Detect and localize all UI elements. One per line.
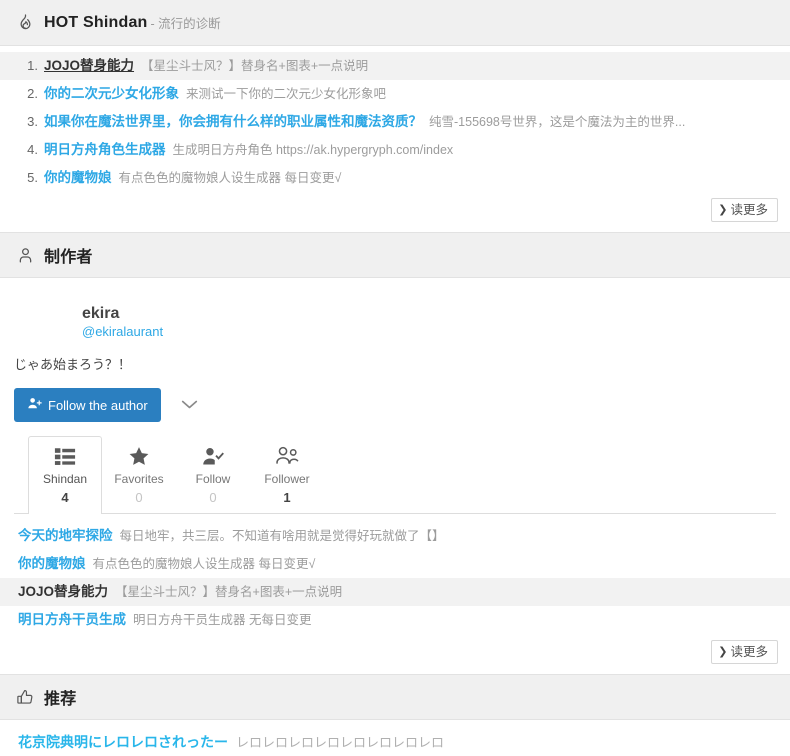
author-shindan-desc: 有点色色的魔物娘人设生成器 每日变更√ [93, 555, 777, 573]
stat-tab-count: 0 [177, 489, 249, 507]
author-shindan-title[interactable]: 明日方舟干员生成 [18, 611, 126, 629]
author-names: ekira @ekiralaurant [82, 294, 163, 341]
author-shindan-item[interactable]: 今天的地牢探险每日地牢，共三层。不知道有啥用就是觉得好玩就做了【】 [0, 522, 790, 550]
person-add-icon [27, 396, 42, 414]
hot-read-more-button[interactable]: ❯读更多 [711, 198, 778, 222]
hot-item-desc: 纯雪-155698号世界，这是个魔法为主的世界... [429, 113, 776, 131]
author-identity-row: ekira @ekiralaurant [14, 294, 776, 352]
person-icon [14, 244, 36, 266]
author-body: ekira @ekiralaurant じゃあ始まろう？！ Follow the… [0, 278, 790, 514]
stat-tab-follow[interactable]: Follow 0 [176, 436, 250, 514]
hot-item-title[interactable]: 你的二次元少女化形象 [44, 85, 179, 103]
people-icon [251, 445, 323, 467]
follow-author-button[interactable]: Follow the author [14, 388, 161, 422]
author-shindan-desc: 明日方舟干员生成器 无每日变更 [133, 611, 776, 629]
author-shindan-title[interactable]: 你的魔物娘 [18, 555, 86, 573]
hot-item-title[interactable]: 明日方舟角色生成器 [44, 141, 166, 159]
stat-tab-shindan[interactable]: Shindan 4 [28, 436, 102, 514]
page-root: HOT Shindan - 流行的诊断 1.JOJO替身能力【星尘斗士风？】替身… [0, 0, 790, 756]
stat-tab-label: Follower [251, 471, 323, 487]
hot-item-title[interactable]: 如果你在魔法世界里，你会拥有什么样的职业属性和魔法资质？ [44, 113, 422, 131]
thumbs-up-icon [14, 686, 36, 708]
hot-shindan-header: HOT Shindan - 流行的诊断 [0, 0, 790, 46]
author-read-more-button[interactable]: ❯读更多 [711, 640, 778, 664]
flame-icon [14, 12, 36, 34]
hot-item-rank: 4. [18, 141, 38, 159]
recommend-item-desc: レロレロレロレロレロレロレロレロ [236, 733, 444, 752]
stat-tab-label: Follow [177, 471, 249, 487]
stat-tab-favorites[interactable]: Favorites 0 [102, 436, 176, 514]
author-shindan-title[interactable]: 今天的地牢探险 [18, 527, 113, 545]
recommend-header: 推荐 [0, 674, 790, 720]
hot-read-more-label: 读更多 [730, 203, 768, 217]
person-check-icon [177, 445, 249, 467]
hot-list-item[interactable]: 4. 明日方舟角色生成器生成明日方舟角色 https://ak.hypergryp… [0, 136, 790, 164]
author-shindan-desc: 【星尘斗士风？】替身名+图表+一点说明 [115, 583, 776, 601]
chevron-right-icon: ❯ [718, 203, 727, 217]
hot-item-desc: 来测试一下你的二次元少女化形象吧 [186, 85, 776, 103]
stat-tab-follower[interactable]: Follower 1 [250, 436, 324, 514]
list-icon [29, 445, 101, 467]
recommend-item[interactable]: 花京院典明にレロレロされったーレロレロレロレロレロレロレロレロ [0, 729, 790, 756]
author-section-title: 制作者 [44, 243, 93, 267]
author-read-more-wrap: ❯读更多 [0, 634, 790, 674]
hot-list-item[interactable]: 1. JOJO替身能力【星尘斗士风？】替身名+图表+一点说明 [0, 52, 790, 80]
avatar[interactable] [14, 294, 72, 352]
author-shindan-item[interactable]: 明日方舟干员生成明日方舟干员生成器 无每日变更 [0, 606, 790, 634]
hot-shindan-subtitle: - 流行的诊断 [151, 13, 221, 32]
hot-item-rank: 2. [18, 85, 38, 103]
author-stat-tabs: Shindan4Favorites0Follow0Follower1 [14, 436, 776, 514]
follow-row: Follow the author [14, 388, 776, 422]
recommend-item-title[interactable]: 花京院典明にレロレロされったー [18, 733, 228, 752]
recommend-title: 推荐 [44, 685, 76, 709]
hot-item-desc: 【星尘斗士风？】替身名+图表+一点说明 [141, 57, 776, 75]
stat-tab-count: 0 [103, 489, 175, 507]
hot-item-rank: 1. [18, 57, 38, 75]
hot-item-title[interactable]: 你的魔物娘 [44, 169, 112, 187]
author-shindan-desc: 每日地牢，共三层。不知道有啥用就是觉得好玩就做了【】 [120, 527, 777, 545]
author-read-more-label: 读更多 [730, 645, 768, 659]
author-shindan-list: 今天的地牢探险每日地牢，共三层。不知道有啥用就是觉得好玩就做了【】你的魔物娘有点… [0, 514, 790, 634]
hot-item-title[interactable]: JOJO替身能力 [44, 57, 134, 75]
follow-author-label: Follow the author [48, 398, 148, 413]
stat-tab-label: Shindan [29, 471, 101, 487]
author-handle-link[interactable]: @ekiralaurant [82, 323, 163, 341]
follow-options-button[interactable] [171, 394, 208, 417]
hot-shindan-list: 1. JOJO替身能力【星尘斗士风？】替身名+图表+一点说明 2. 你的二次元少女化形… [0, 46, 790, 192]
hot-item-desc: 生成明日方舟角色 https://ak.hypergryph.com/index [173, 141, 777, 159]
hot-shindan-title: HOT Shindan [44, 14, 148, 32]
hot-item-desc: 有点色色的魔物娘人设生成器 每日变更√ [119, 169, 777, 187]
chevron-right-icon: ❯ [718, 645, 727, 659]
stat-tab-count: 1 [251, 489, 323, 507]
star-icon [103, 445, 175, 467]
hot-item-rank: 5. [18, 169, 38, 187]
author-display-name: ekira [82, 304, 163, 323]
recommend-list: 花京院典明にレロレロされったーレロレロレロレロレロレロレロレロ [0, 720, 790, 756]
hot-list-item[interactable]: 2. 你的二次元少女化形象来测试一下你的二次元少女化形象吧 [0, 80, 790, 108]
hot-list-item[interactable]: 5. 你的魔物娘有点色色的魔物娘人设生成器 每日变更√ [0, 164, 790, 192]
stat-tab-count: 4 [29, 489, 101, 507]
author-shindan-title[interactable]: JOJO替身能力 [18, 583, 108, 601]
chevron-down-icon [181, 398, 198, 413]
author-header: 制作者 [0, 232, 790, 278]
hot-list-item[interactable]: 3. 如果你在魔法世界里，你会拥有什么样的职业属性和魔法资质？ 纯雪-155698号… [0, 108, 790, 136]
author-shindan-item[interactable]: JOJO替身能力【星尘斗士风？】替身名+图表+一点说明 [0, 578, 790, 606]
hot-item-rank: 3. [18, 113, 38, 131]
stat-tab-label: Favorites [103, 471, 175, 487]
author-shindan-item[interactable]: 你的魔物娘有点色色的魔物娘人设生成器 每日变更√ [0, 550, 790, 578]
author-bio: じゃあ始まろう？！ [14, 355, 776, 375]
hot-read-more-wrap: ❯读更多 [0, 192, 790, 232]
